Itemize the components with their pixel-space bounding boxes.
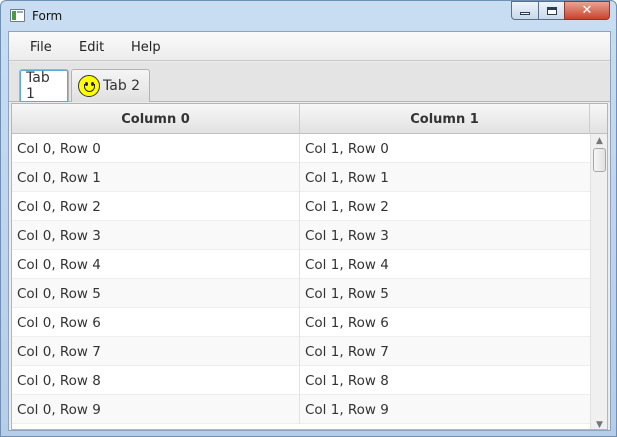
table-body: Col 0, Row 0 Col 1, Row 0 Col 0, Row 1 C… [12, 134, 590, 429]
app-window: Form ✕ File Edit Help Tab 1 Tab 2 Column… [0, 0, 617, 437]
table-cell: Col 1, Row 7 [305, 343, 389, 360]
smile-mouth [84, 84, 95, 92]
tab-label: Tab 1 [26, 70, 50, 102]
scroll-down-icon[interactable]: ▼ [591, 418, 607, 430]
table-cell: Col 1, Row 1 [305, 169, 389, 186]
maximize-icon [546, 6, 557, 15]
table-row[interactable]: Col 0, Row 9 Col 1, Row 9 [12, 395, 590, 424]
table-row[interactable]: Col 0, Row 0 Col 1, Row 0 [12, 134, 590, 163]
tab-1[interactable]: Tab 1 [19, 69, 69, 102]
table-row[interactable]: Col 0, Row 6 Col 1, Row 6 [12, 308, 590, 337]
table-row[interactable]: Col 0, Row 1 Col 1, Row 1 [12, 163, 590, 192]
table-row[interactable]: Col 0, Row 8 Col 1, Row 8 [12, 366, 590, 395]
menu-file[interactable]: File [30, 40, 52, 55]
tab-bar: Tab 1 Tab 2 [9, 62, 610, 102]
table-row[interactable]: Col 0, Row 4 Col 1, Row 4 [12, 250, 590, 279]
menu-help[interactable]: Help [131, 40, 161, 55]
table-row[interactable]: Col 0, Row 5 Col 1, Row 5 [12, 279, 590, 308]
maximize-button[interactable] [538, 1, 564, 20]
client-area: File Edit Help Tab 1 Tab 2 Column 0 Colu… [8, 31, 611, 431]
table-cell: Col 0, Row 4 [12, 250, 300, 279]
menu-bar: File Edit Help [9, 32, 610, 61]
tab-label: Tab 2 [103, 78, 141, 94]
app-icon [10, 9, 25, 22]
close-button[interactable]: ✕ [564, 1, 610, 20]
column-header-0[interactable]: Column 0 [12, 104, 300, 134]
smiley-icon [78, 75, 100, 97]
vertical-scrollbar[interactable]: ▲ ▼ [590, 134, 607, 430]
minimize-icon [520, 12, 530, 15]
scroll-up-icon[interactable]: ▲ [591, 134, 607, 147]
table-cell: Col 0, Row 1 [12, 163, 300, 192]
close-icon: ✕ [581, 3, 593, 18]
column-header-1[interactable]: Column 1 [300, 104, 590, 134]
table-header: Column 0 Column 1 [12, 104, 607, 134]
table-cell: Col 1, Row 2 [305, 198, 389, 215]
minimize-button[interactable] [511, 1, 538, 20]
scrollbar-thumb[interactable] [593, 148, 606, 172]
table-row[interactable]: Col 0, Row 3 Col 1, Row 3 [12, 221, 590, 250]
table-cell: Col 0, Row 6 [12, 308, 300, 337]
table-cell: Col 1, Row 6 [305, 314, 389, 331]
data-table: Column 0 Column 1 Col 0, Row 0 Col 1, Ro… [11, 103, 608, 430]
table-cell: Col 1, Row 9 [305, 401, 389, 418]
table-cell: Col 0, Row 2 [12, 192, 300, 221]
table-cell: Col 1, Row 5 [305, 285, 389, 302]
table-row[interactable]: Col 0, Row 7 Col 1, Row 7 [12, 337, 590, 366]
table-cell: Col 1, Row 0 [305, 140, 389, 157]
table-cell: Col 0, Row 5 [12, 279, 300, 308]
table-cell: Col 0, Row 9 [12, 395, 300, 424]
table-cell: Col 1, Row 4 [305, 256, 389, 273]
table-cell: Col 1, Row 8 [305, 372, 389, 389]
menu-edit[interactable]: Edit [79, 40, 104, 55]
table-row[interactable]: Col 0, Row 2 Col 1, Row 2 [12, 192, 590, 221]
window-title: Form [32, 9, 63, 23]
table-cell: Col 1, Row 3 [305, 227, 389, 244]
window-controls: ✕ [511, 1, 610, 22]
table-cell: Col 0, Row 7 [12, 337, 300, 366]
table-cell: Col 0, Row 3 [12, 221, 300, 250]
table-cell: Col 0, Row 0 [12, 134, 300, 163]
tab-2[interactable]: Tab 2 [71, 69, 150, 102]
title-bar[interactable]: Form ✕ [1, 1, 616, 31]
table-cell: Col 0, Row 8 [12, 366, 300, 395]
